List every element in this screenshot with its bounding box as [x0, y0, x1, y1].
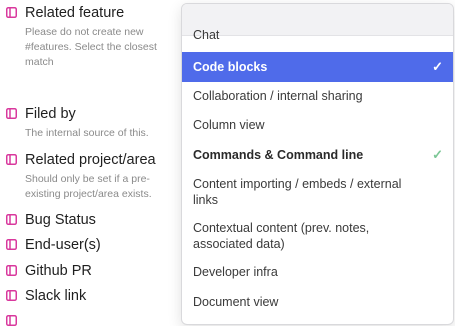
option-document-view[interactable]: Document view: [182, 294, 453, 316]
check-icon: ✓: [432, 59, 443, 74]
relation-icon: [6, 265, 17, 276]
property-name: Slack link: [25, 288, 87, 304]
option-label: Contextual content (prev. notes, associa…: [193, 221, 370, 251]
property-list: Related feature Please do not create new…: [0, 0, 200, 326]
property-name: Filed by: [25, 106, 76, 122]
relation-icon: [6, 290, 17, 301]
option-label: Code blocks: [193, 60, 268, 74]
option-label: Collaboration / internal sharing: [193, 89, 363, 103]
option-commands[interactable]: Commands & Command line ✓: [182, 147, 453, 169]
option-contextual-content[interactable]: Contextual content (prev. notes, associa…: [182, 220, 453, 254]
option-chat[interactable]: Chat: [182, 30, 453, 44]
option-developer-infra[interactable]: Developer infra: [182, 264, 453, 286]
property-name: Related feature: [25, 5, 125, 21]
property-description: The internal source of this.: [25, 127, 149, 139]
option-label: Document view: [193, 295, 279, 309]
option-label: Commands & Command line: [193, 148, 364, 162]
feature-select-dropdown[interactable]: Chat Code blocks ✓ Collaboration / inter…: [181, 3, 454, 325]
option-label: Chat: [193, 30, 220, 42]
property-name: End-user(s): [25, 237, 101, 253]
relation-icon: [6, 214, 17, 225]
check-icon: ✓: [432, 147, 443, 162]
option-content-importing[interactable]: Content importing / embeds / external li…: [182, 176, 453, 210]
option-column-view[interactable]: Column view: [182, 117, 453, 139]
option-code-blocks[interactable]: Code blocks ✓: [182, 52, 453, 82]
option-label: Column view: [193, 118, 265, 132]
property-name: Bug Status: [25, 212, 96, 228]
property-name: Related project/area: [25, 152, 156, 168]
relation-icon: [6, 7, 17, 18]
relation-icon: [6, 154, 17, 165]
relation-icon: [6, 239, 17, 250]
property-name: Github PR: [25, 263, 92, 279]
relation-icon: [6, 108, 17, 119]
property-description: Please do not create new #features. Sele…: [25, 26, 157, 68]
property-description: Should only be set if a pre-existing pro…: [25, 173, 152, 200]
option-label: Developer infra: [193, 265, 278, 279]
option-collaboration[interactable]: Collaboration / internal sharing: [182, 88, 453, 110]
option-label: Content importing / embeds / external li…: [193, 177, 402, 207]
